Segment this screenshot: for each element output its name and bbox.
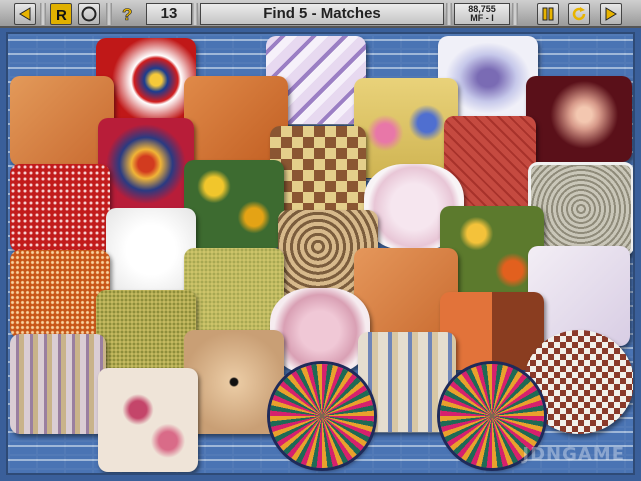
hint-question-icon[interactable]: ? <box>118 3 140 25</box>
patchwork-pillow[interactable] <box>270 126 366 216</box>
score-panel: 88,755 MF - I <box>454 3 510 25</box>
green-pillow[interactable] <box>184 248 284 334</box>
white-fluffy-pillow[interactable] <box>106 208 196 292</box>
toolbar-separator <box>446 3 452 25</box>
toolbar-separator <box>106 3 112 25</box>
orange-ditsy-pillow[interactable] <box>10 250 110 338</box>
top-toolbar: R ? 13 Find 5 - Matches 88,755 MF - I <box>0 0 641 28</box>
burgundy-rose-pillow[interactable] <box>526 76 632 162</box>
svg-text:?: ? <box>122 5 132 23</box>
hyacinth-pillow[interactable] <box>354 78 458 178</box>
star-quilt-pillow[interactable] <box>98 118 194 210</box>
yellow-floral-pillow[interactable] <box>184 160 284 248</box>
level-code: MF - I <box>470 13 494 23</box>
striped-pillow[interactable] <box>10 334 106 434</box>
forward-arrow-icon[interactable] <box>600 3 622 25</box>
remaining-count: 13 <box>146 3 192 25</box>
watermark: JDNGAME <box>522 444 625 465</box>
olive-pillow[interactable] <box>96 290 196 368</box>
target-icon[interactable] <box>78 3 100 25</box>
back-arrow-icon[interactable] <box>14 3 36 25</box>
toolbar-separator <box>512 3 518 25</box>
rose-print-pillow[interactable] <box>98 368 198 472</box>
red-dotted-pillow[interactable] <box>10 164 110 252</box>
toolbar-separator <box>40 3 46 25</box>
tan-button-pillow[interactable] <box>184 330 284 434</box>
svg-text:R: R <box>56 7 67 22</box>
pause-icon[interactable] <box>537 3 559 25</box>
toolbar-separator <box>192 3 198 25</box>
star-round-pillow[interactable] <box>270 364 374 468</box>
pink-ruffle-pillow[interactable] <box>270 288 370 374</box>
reload-icon[interactable] <box>568 3 590 25</box>
restart-r-icon[interactable]: R <box>50 3 72 25</box>
game-board: JDNGAME <box>6 32 635 475</box>
level-title: Find 5 - Matches <box>200 3 444 25</box>
